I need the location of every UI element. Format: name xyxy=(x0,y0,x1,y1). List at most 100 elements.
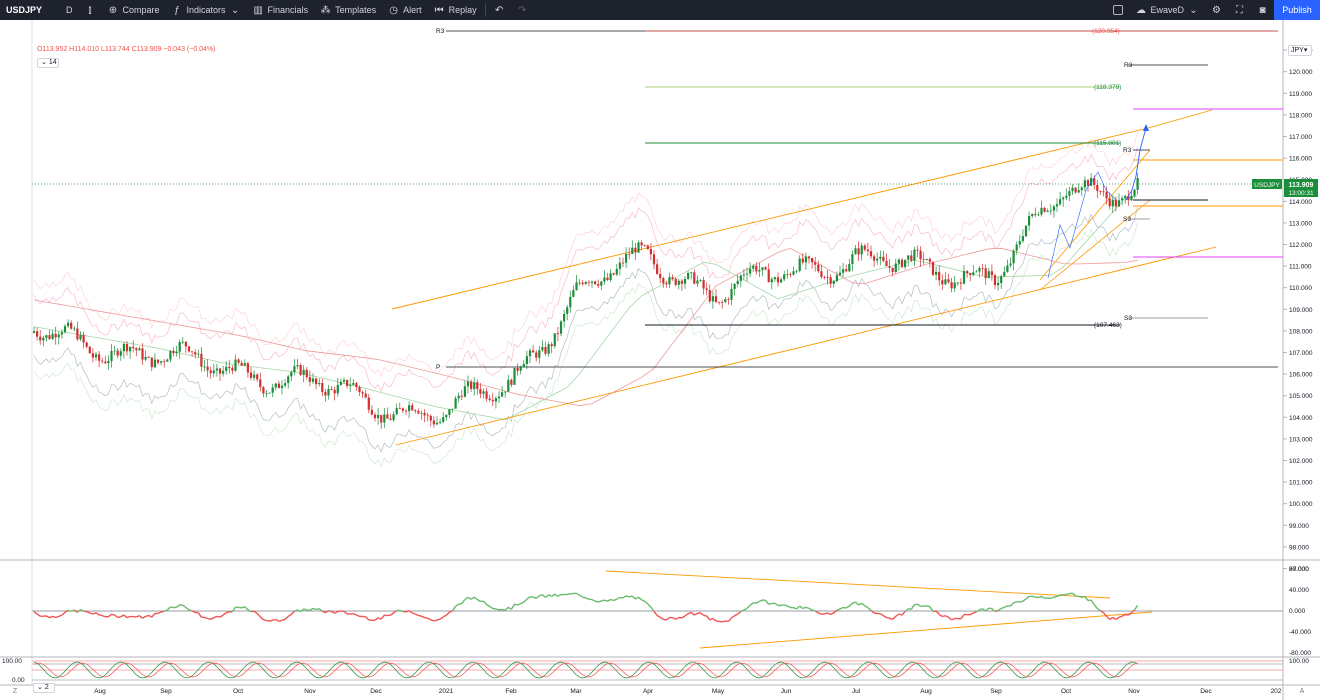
publish-button[interactable]: Publish xyxy=(1274,0,1320,20)
candle-body xyxy=(439,421,442,423)
osc-segment xyxy=(482,600,488,605)
osc-segment xyxy=(579,594,584,598)
osc-segment xyxy=(52,615,56,619)
candle-body xyxy=(783,274,786,280)
candle-body xyxy=(76,328,79,340)
chart-svg[interactable]: R3 (120.954) R3 (118.378) (115.801) R3 S… xyxy=(0,20,1320,700)
symbol-search-button[interactable]: USDJPY xyxy=(0,0,60,20)
osc-segment xyxy=(830,612,835,616)
replay-button[interactable]: ⏮ Replay xyxy=(428,0,483,20)
candle-body xyxy=(584,281,587,285)
layout-menu-button[interactable]: ☁ EwaveD ⌄ xyxy=(1129,0,1205,20)
osc-segment xyxy=(1084,596,1089,601)
candle-body xyxy=(987,271,990,279)
time-axis[interactable]: Aug Sep Oct Nov Dec 2021 Feb Mar Apr May Jun Jul Aug… xyxy=(94,688,1282,695)
auto-scale-icon[interactable]: A xyxy=(1300,688,1305,695)
period-toggle-2[interactable]: ⌄ 2 xyxy=(33,683,55,693)
candle-body xyxy=(1062,197,1065,200)
timezone-icon[interactable]: Z xyxy=(13,688,18,695)
price-tick-label: 117.000 xyxy=(1289,134,1312,141)
candle-body xyxy=(597,284,600,286)
osc-segment xyxy=(845,605,850,609)
osc-segment xyxy=(786,605,791,609)
candle-body xyxy=(364,393,367,398)
candle-body xyxy=(1083,180,1086,188)
templates-button[interactable]: ⁂ Templates xyxy=(314,0,382,20)
osc-segment xyxy=(1112,616,1117,621)
compare-label: Compare xyxy=(122,5,160,15)
osc-tick-label: -80.000 xyxy=(1289,650,1311,657)
snapshot-button[interactable]: ◙ xyxy=(1251,0,1274,20)
price-tick-label: 101.000 xyxy=(1289,480,1313,487)
candle-body xyxy=(690,272,693,274)
osc-segment xyxy=(1050,596,1055,600)
candle-body xyxy=(916,249,919,251)
osc-segment xyxy=(749,602,754,606)
candle-body xyxy=(1009,263,1012,266)
candle-body xyxy=(541,346,544,351)
candle-body xyxy=(749,268,752,274)
chevron-down-icon: ⌄ xyxy=(1189,4,1198,16)
interval-label: D xyxy=(66,5,73,15)
chart-canvas[interactable]: R3 (120.954) R3 (118.378) (115.801) R3 S… xyxy=(0,20,1320,700)
redo-button[interactable]: ↷ xyxy=(511,0,534,20)
candle-body xyxy=(178,342,181,352)
chart-type-button[interactable]: ⫾ xyxy=(79,0,102,20)
osc-segment xyxy=(622,595,627,599)
osc-segment xyxy=(492,607,497,610)
candle-body xyxy=(1121,198,1124,201)
undo-button[interactable]: ↶ xyxy=(488,0,511,20)
candle-body xyxy=(578,282,581,284)
interval-button[interactable]: D xyxy=(60,0,79,20)
select-layout-checkbox[interactable] xyxy=(1107,0,1129,20)
candle-body xyxy=(882,256,885,261)
candle-body xyxy=(1021,236,1024,242)
fullscreen-button[interactable]: ⛶ xyxy=(1228,0,1251,20)
osc-trend-upper xyxy=(605,570,1111,599)
osc-segment xyxy=(526,596,531,600)
indicators-button[interactable]: ƒ Indicators ⌄ xyxy=(166,0,247,20)
osc-segment xyxy=(672,617,677,620)
osc-segment xyxy=(101,614,106,618)
candle-body xyxy=(256,374,259,380)
osc-segment xyxy=(98,614,103,617)
candle-body xyxy=(67,322,70,327)
candle-body xyxy=(1049,210,1052,212)
period-toggle[interactable]: ⌄ 14 xyxy=(37,58,59,68)
osc-segment xyxy=(520,601,525,605)
last-price-label: 113.909 xyxy=(1289,182,1314,189)
alert-button[interactable]: ◷ Alert xyxy=(382,0,428,20)
candle-body xyxy=(559,321,563,334)
candle-body xyxy=(101,360,104,362)
candle-body xyxy=(1114,199,1117,207)
fx-icon: ƒ xyxy=(174,4,180,16)
osc-segment xyxy=(1000,606,1005,610)
candle-body xyxy=(122,343,125,352)
osc-segment xyxy=(424,616,428,619)
osc-segment xyxy=(207,617,211,620)
osc-segment xyxy=(95,612,100,616)
candle-body xyxy=(144,356,147,360)
candle-body xyxy=(404,410,408,412)
r3-value-label: (120.954) xyxy=(1092,28,1120,35)
price-axis[interactable]: 121.000120.000119.000118.000117.000116.0… xyxy=(1283,48,1313,573)
candle-body xyxy=(795,270,798,272)
candle-body xyxy=(848,264,851,272)
candle-body xyxy=(392,414,395,420)
osc-segment xyxy=(948,616,953,621)
compare-button[interactable]: ⊕ Compare xyxy=(102,0,166,20)
osc-segment xyxy=(390,612,395,616)
currency-selector[interactable]: JPY▾ xyxy=(1288,45,1312,56)
osc-segment xyxy=(58,614,63,618)
financials-button[interactable]: ▥ Financials xyxy=(247,0,315,20)
candle-body xyxy=(696,280,699,284)
osc-segment xyxy=(331,610,336,614)
osc-segment xyxy=(160,610,165,613)
candle-body xyxy=(600,281,603,286)
osc-segment xyxy=(706,615,711,621)
osc-segment xyxy=(808,607,813,611)
settings-button[interactable]: ⚙ xyxy=(1205,0,1228,20)
candle-body xyxy=(1086,180,1090,186)
candle-body xyxy=(194,352,197,355)
candle-body xyxy=(817,264,820,272)
